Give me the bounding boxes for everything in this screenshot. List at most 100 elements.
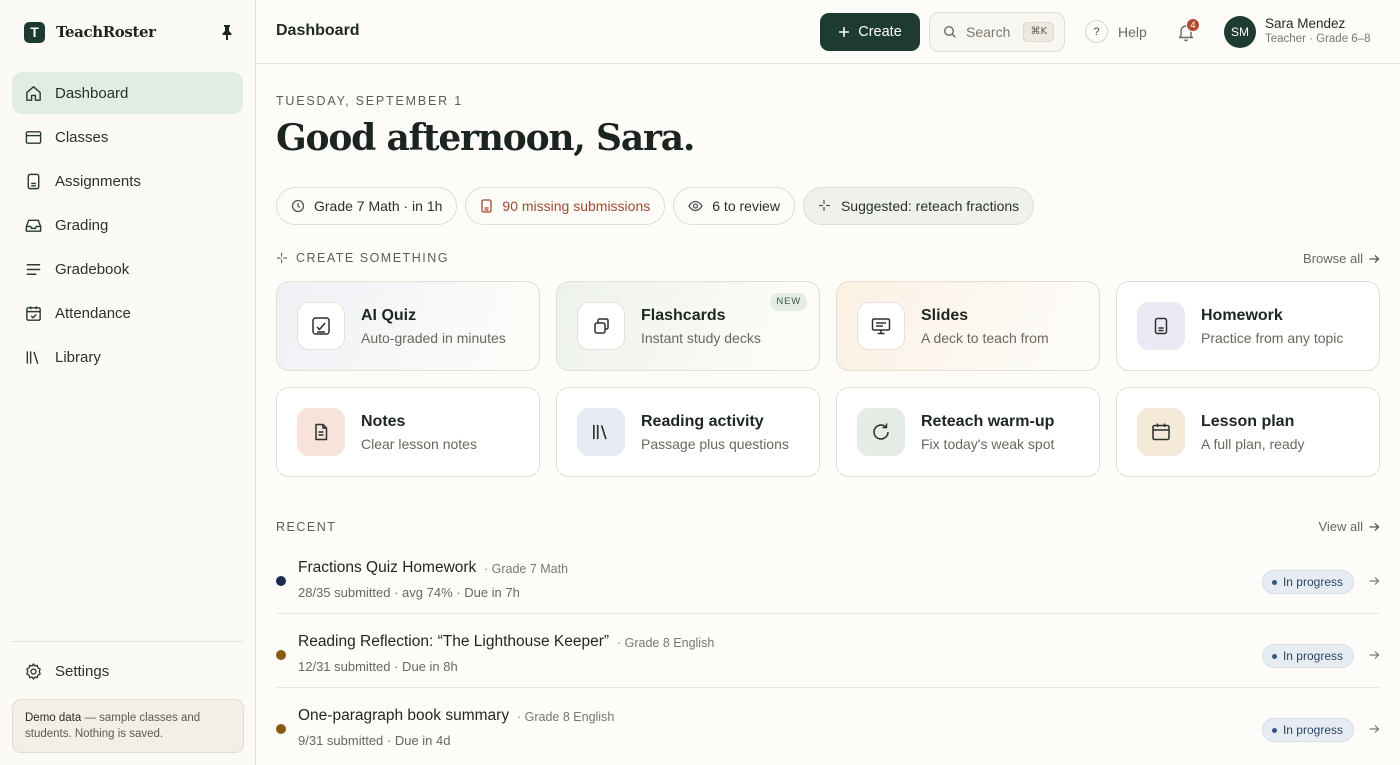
new-badge: NEW xyxy=(770,293,807,311)
status-badge-dot xyxy=(1271,579,1277,585)
sidebar-item-library[interactable]: Library xyxy=(12,336,243,378)
demo-data-notice: Demo data — sample classes and students.… xyxy=(12,699,244,753)
sidebar-item-settings[interactable]: Settings xyxy=(12,650,243,692)
user-role: Teacher · Grade 6–8 xyxy=(1265,33,1371,45)
list-item[interactable]: Fractions Quiz Homework · Grade 7 Math 2… xyxy=(276,540,1380,614)
card-title: Homework xyxy=(1201,306,1283,324)
missing-submissions-chip[interactable]: 90 missing submissions xyxy=(465,187,666,225)
card-title: Flashcards xyxy=(641,306,726,324)
status-badge-label: In progress xyxy=(1282,723,1343,737)
notes-icon xyxy=(297,408,345,456)
calendar-icon xyxy=(1137,408,1185,456)
status-badge: In progress xyxy=(1261,718,1354,742)
status-badge-dot xyxy=(1271,727,1277,733)
sidebar-item-label: Classes xyxy=(55,128,109,146)
card-title: AI Quiz xyxy=(361,306,417,324)
sidebar-item-assignments[interactable]: Assignments xyxy=(12,160,243,202)
card-subtitle: Passage plus questions xyxy=(641,435,789,452)
browse-all-label: Browse all xyxy=(1303,251,1363,266)
create-button[interactable]: Create xyxy=(820,13,920,51)
next-class-chip[interactable]: Grade 7 Math · in 1h xyxy=(276,187,458,225)
books-icon xyxy=(577,408,625,456)
help-button[interactable]: ? Help xyxy=(1085,20,1147,43)
card-reading-activity[interactable]: Reading activity Passage plus questions xyxy=(556,387,820,477)
status-badge: In progress xyxy=(1261,570,1354,594)
calendar-check-icon xyxy=(26,305,41,321)
arrow-right-icon[interactable] xyxy=(1368,649,1380,661)
recent-list: Fractions Quiz Homework · Grade 7 Math 2… xyxy=(276,540,1380,762)
avatar[interactable]: SM xyxy=(1224,16,1256,48)
sidebar-item-grading[interactable]: Grading xyxy=(12,204,243,246)
suggestion-chip[interactable]: Suggested: reteach fractions xyxy=(802,187,1035,225)
homework-icon xyxy=(1137,302,1185,350)
sidebar-item-dashboard[interactable]: Dashboard xyxy=(12,72,243,114)
status-dot xyxy=(276,576,286,586)
brand-logo: T xyxy=(24,21,45,43)
chip-label: 6 to review xyxy=(712,198,780,214)
arrow-right-icon[interactable] xyxy=(1368,575,1380,587)
card-homework[interactable]: Homework Practice from any topic xyxy=(1116,281,1380,371)
help-icon: ? xyxy=(1085,20,1108,43)
summary-chips: Grade 7 Math · in 1h 90 missing submissi… xyxy=(276,187,1035,225)
chip-label: 90 missing submissions xyxy=(502,198,651,214)
search-input[interactable]: Search ⌘K xyxy=(929,12,1065,52)
list-item[interactable]: One-paragraph book summary · Grade 8 Eng… xyxy=(276,688,1380,762)
card-ai-quiz[interactable]: AI Quiz Auto-graded in minutes xyxy=(276,281,540,371)
sidebar-item-gradebook[interactable]: Gradebook xyxy=(12,248,243,290)
sidebar-item-label: Gradebook xyxy=(55,260,130,278)
recent-title: One-paragraph book summary xyxy=(298,707,510,724)
arrow-right-icon[interactable] xyxy=(1368,723,1380,735)
brand-name: TeachRoster xyxy=(56,23,156,41)
window-icon xyxy=(25,130,42,144)
search-shortcut: ⌘K xyxy=(1023,22,1054,42)
status-badge-dot xyxy=(1271,653,1277,659)
card-slides[interactable]: Slides A deck to teach from xyxy=(836,281,1100,371)
sidebar-item-attendance[interactable]: Attendance xyxy=(12,292,243,334)
chip-label: Grade 7 Math · in 1h xyxy=(314,198,443,214)
card-notes[interactable]: Notes Clear lesson notes xyxy=(276,387,540,477)
page-title: Dashboard xyxy=(276,22,360,39)
sidebar-item-label: Grading xyxy=(55,216,109,234)
status-dot xyxy=(276,724,286,734)
recent-meta: 28/35 submitted · avg 74% · Due in 7h xyxy=(298,585,520,600)
gear-icon xyxy=(26,662,41,680)
card-subtitle: Clear lesson notes xyxy=(361,435,477,452)
date-label: TUESDAY, SEPTEMBER 1 xyxy=(276,94,463,108)
view-all-link[interactable]: View all xyxy=(1318,519,1380,534)
create-button-label: Create xyxy=(858,24,902,40)
recent-section-label: RECENT xyxy=(276,520,337,534)
help-label: Help xyxy=(1118,23,1147,40)
refresh-icon xyxy=(857,408,905,456)
card-flashcards[interactable]: Flashcards Instant study decks NEW xyxy=(556,281,820,371)
status-badge-label: In progress xyxy=(1282,649,1343,663)
search-icon xyxy=(943,25,956,38)
recent-meta: 9/31 submitted · Due in 4d xyxy=(298,733,451,748)
document-icon xyxy=(481,199,493,213)
arrow-right-icon xyxy=(1369,522,1380,531)
lines-icon xyxy=(26,263,41,275)
create-section-label: CREATE SOMETHING xyxy=(276,251,449,265)
plus-icon xyxy=(839,27,850,37)
card-lesson-plan[interactable]: Lesson plan A full plan, ready xyxy=(1116,387,1380,477)
recent-class: · Grade 7 Math xyxy=(484,562,569,576)
slides-icon xyxy=(857,302,905,350)
user-name[interactable]: Sara Mendez xyxy=(1265,16,1345,31)
status-dot xyxy=(276,650,286,660)
sidebar-item-classes[interactable]: Classes xyxy=(12,116,243,158)
recent-class: · Grade 8 English xyxy=(617,636,715,650)
notification-badge: 4 xyxy=(1186,18,1200,32)
card-title: Reteach warm-up xyxy=(921,412,1055,430)
pin-icon[interactable] xyxy=(220,24,234,40)
browse-all-link[interactable]: Browse all xyxy=(1303,251,1380,266)
sparkle-icon xyxy=(276,252,288,263)
recent-title: Fractions Quiz Homework xyxy=(298,559,477,576)
card-title: Lesson plan xyxy=(1201,412,1295,430)
document-icon xyxy=(27,173,40,189)
sidebar-item-label: Settings xyxy=(55,662,110,680)
card-reteach-warmup[interactable]: Reteach warm-up Fix today's weak spot xyxy=(836,387,1100,477)
card-subtitle: A deck to teach from xyxy=(921,329,1049,346)
list-item[interactable]: Reading Reflection: “The Lighthouse Keep… xyxy=(276,614,1380,688)
sidebar-item-label: Library xyxy=(55,348,101,366)
to-review-chip[interactable]: 6 to review xyxy=(673,187,795,225)
brand[interactable]: T TeachRoster xyxy=(24,21,156,43)
